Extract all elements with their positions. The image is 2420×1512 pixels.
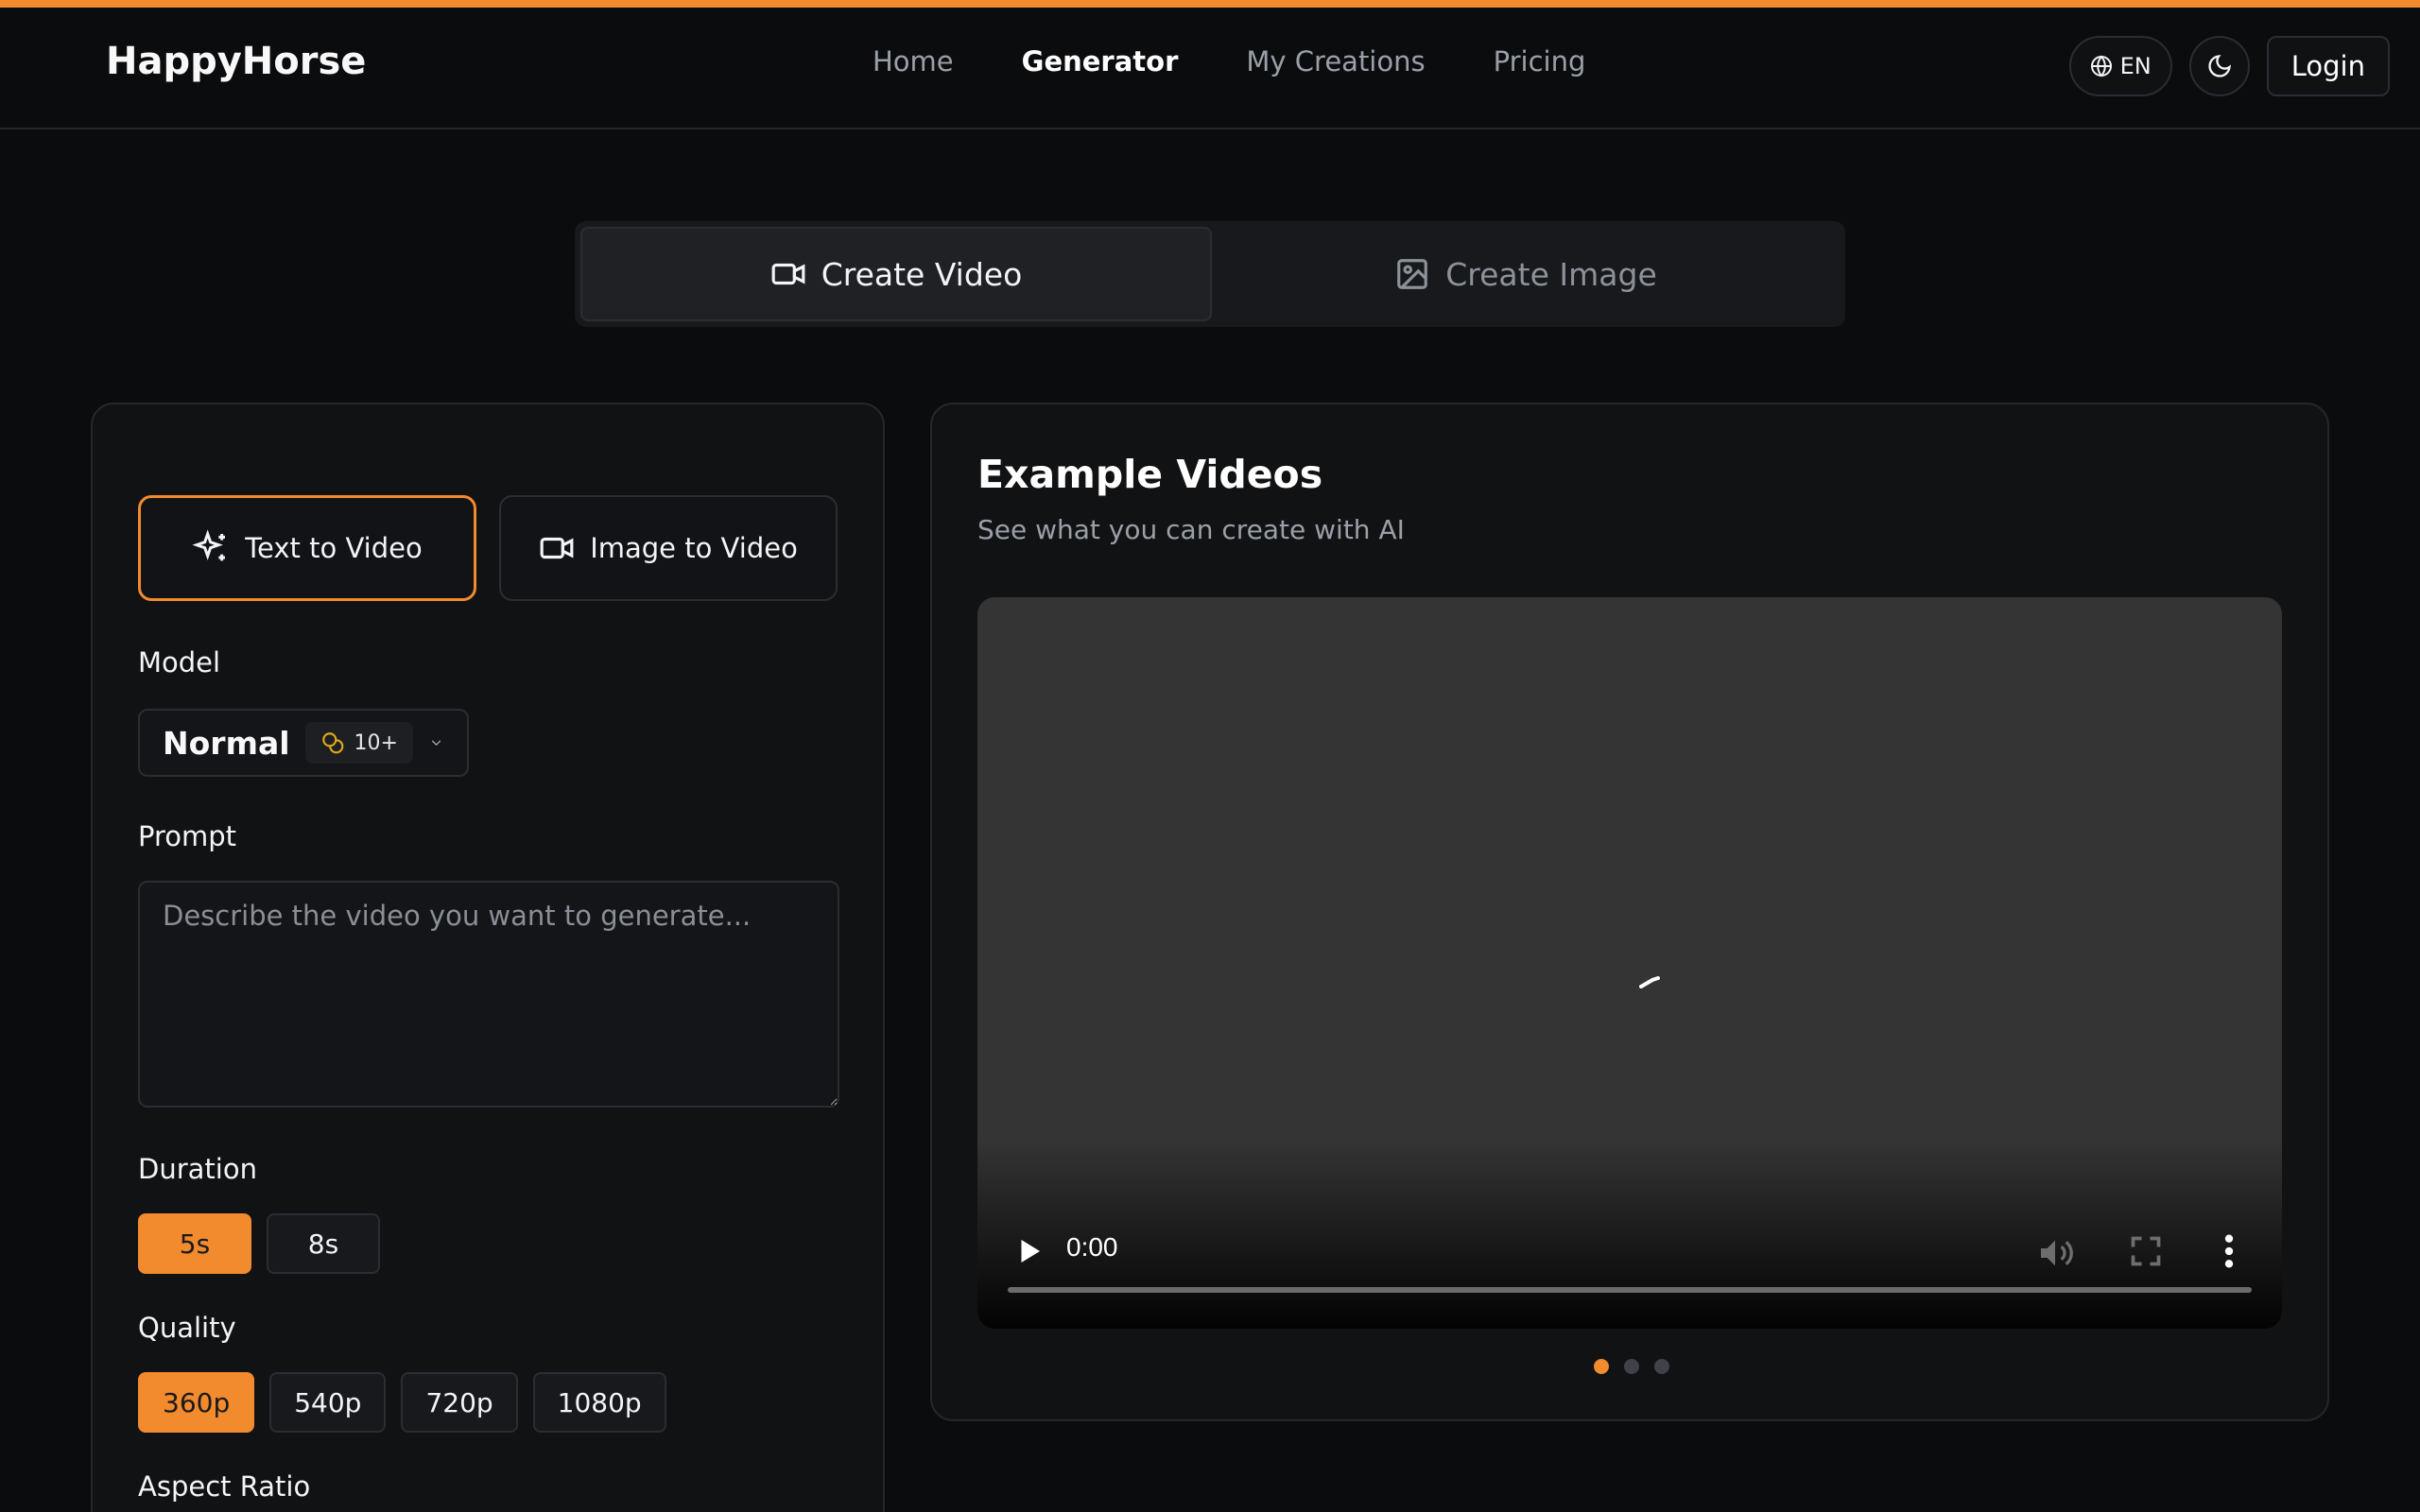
model-value: Normal <box>163 724 290 762</box>
tab-create-image[interactable]: Create Image <box>1212 227 1840 321</box>
examples-title: Example Videos <box>977 452 1323 497</box>
duration-options: 5s 8s <box>138 1213 380 1274</box>
carousel-dot-1[interactable] <box>1594 1359 1609 1374</box>
loading-spinner-icon <box>1639 976 1660 988</box>
credits-badge: 10+ <box>304 722 413 764</box>
logo[interactable]: HappyHorse <box>106 40 366 83</box>
model-select[interactable]: Normal 10+ <box>138 709 469 777</box>
nav-home[interactable]: Home <box>873 45 954 77</box>
quality-option-360p[interactable]: 360p <box>138 1372 255 1433</box>
examples-panel: Example Videos See what you can create w… <box>930 403 2329 1421</box>
duration-option-8s[interactable]: 8s <box>267 1213 380 1274</box>
quality-options: 360p 540p 720p 1080p <box>138 1372 666 1433</box>
example-video-player[interactable]: 0:00 <box>977 597 2282 1329</box>
video-camera-icon <box>540 537 574 559</box>
chevron-down-icon <box>431 740 441 747</box>
text-to-video-button[interactable]: Text to Video <box>138 495 476 601</box>
video-progress-bar[interactable] <box>1008 1287 2252 1293</box>
nav-my-creations[interactable]: My Creations <box>1246 45 1425 77</box>
tab-create-video-label: Create Video <box>821 255 1023 293</box>
quality-option-720p[interactable]: 720p <box>401 1372 518 1433</box>
moon-icon <box>2208 55 2231 77</box>
examples-subtitle: See what you can create with AI <box>977 514 1405 545</box>
theme-toggle-button[interactable] <box>2188 36 2250 96</box>
tab-create-image-label: Create Image <box>1445 255 1657 293</box>
text-to-video-label: Text to Video <box>245 532 423 564</box>
quality-label: Quality <box>138 1312 236 1344</box>
site-header: HappyHorse Home Generator My Creations P… <box>0 8 2420 129</box>
carousel-dot-2[interactable] <box>1624 1359 1639 1374</box>
video-camera-icon <box>771 263 805 285</box>
more-options-icon[interactable] <box>2218 1232 2240 1270</box>
language-label: EN <box>2119 53 2152 79</box>
prompt-input[interactable] <box>138 881 839 1108</box>
duration-option-5s[interactable]: 5s <box>138 1213 251 1274</box>
video-controls: 0:00 <box>977 1215 2282 1329</box>
duration-label: Duration <box>138 1153 257 1185</box>
mode-tabs: Create Video Create Image <box>575 221 1845 327</box>
login-button[interactable]: Login <box>2266 36 2390 96</box>
fullscreen-icon[interactable] <box>2129 1234 2163 1268</box>
tab-create-video[interactable]: Create Video <box>580 227 1212 321</box>
image-icon <box>1397 259 1428 289</box>
prompt-label: Prompt <box>138 820 237 852</box>
main-nav: Home Generator My Creations Pricing <box>873 45 1585 77</box>
carousel-dot-3[interactable] <box>1654 1359 1669 1374</box>
quality-option-540p[interactable]: 540p <box>269 1372 387 1433</box>
language-button[interactable]: EN <box>2068 36 2172 96</box>
image-to-video-button[interactable]: Image to Video <box>499 495 838 601</box>
coins-icon <box>321 732 343 754</box>
header-actions: EN Login <box>2068 36 2390 96</box>
video-time: 0:00 <box>1066 1232 1118 1262</box>
globe-icon <box>2090 55 2112 77</box>
nav-pricing[interactable]: Pricing <box>1494 45 1586 77</box>
carousel-dots <box>1594 1359 1669 1374</box>
generation-type-selector: Text to Video Image to Video <box>138 495 838 601</box>
image-to-video-label: Image to Video <box>590 532 798 564</box>
credits-value: 10+ <box>354 730 398 755</box>
top-accent-bar <box>0 0 2420 8</box>
sparkles-icon <box>192 529 226 561</box>
model-label: Model <box>138 646 221 679</box>
play-icon[interactable] <box>1011 1234 1046 1268</box>
aspect-ratio-label: Aspect Ratio <box>138 1470 311 1503</box>
volume-icon[interactable] <box>2036 1234 2074 1272</box>
generator-panel: Text to Video Image to Video Model Norma… <box>91 403 885 1512</box>
nav-generator[interactable]: Generator <box>1022 45 1179 77</box>
quality-option-1080p[interactable]: 1080p <box>532 1372 666 1433</box>
